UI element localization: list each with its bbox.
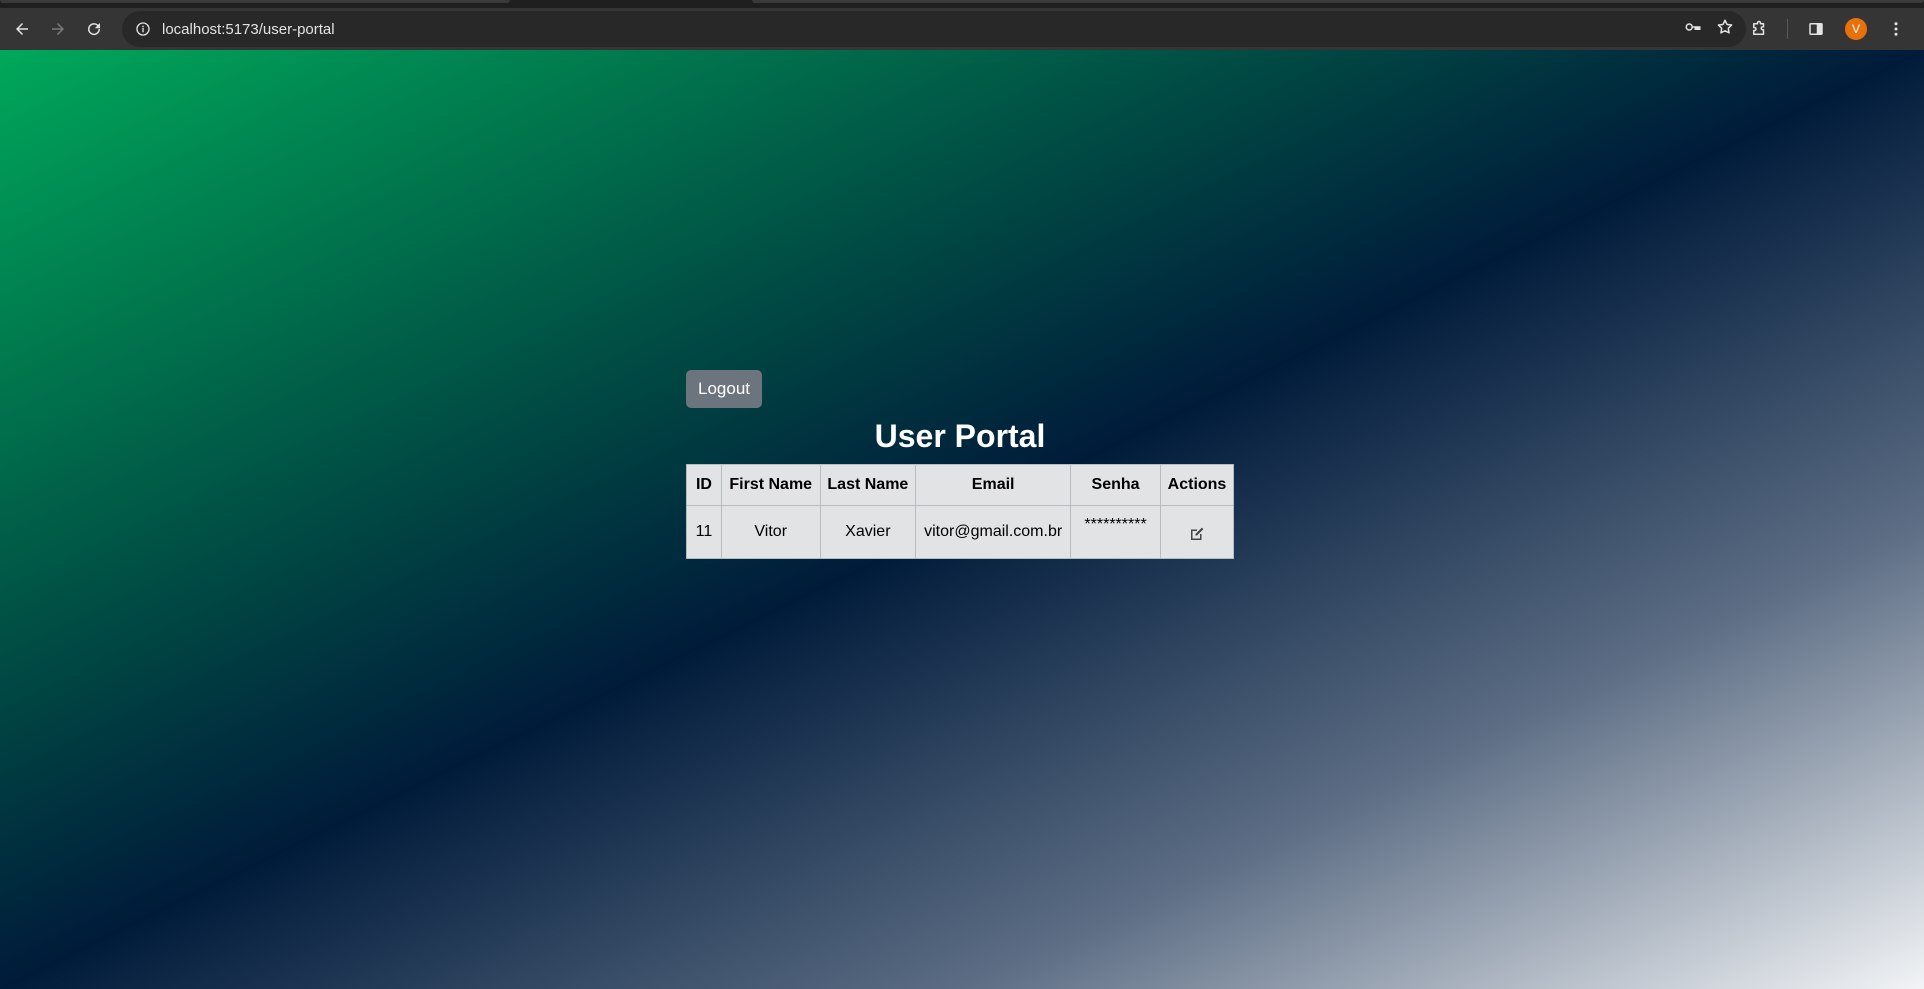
tab-strip <box>0 0 1924 8</box>
column-header-id: ID <box>686 464 722 506</box>
column-header-first-name: First Name <box>720 464 821 506</box>
cell-id: 11 <box>686 505 722 559</box>
avatar: V <box>1845 18 1867 40</box>
puzzle-icon <box>1753 20 1765 35</box>
table-header-row: ID First Name Last Name Email Senha Acti… <box>686 464 1235 506</box>
password-key-icon[interactable] <box>1684 18 1702 41</box>
toolbar-divider <box>1787 19 1788 39</box>
side-panel-button[interactable] <box>1798 11 1834 47</box>
back-button[interactable] <box>4 11 40 47</box>
users-table: ID First Name Last Name Email Senha Acti… <box>686 464 1235 559</box>
reload-button[interactable] <box>76 11 112 47</box>
site-info-icon[interactable] <box>128 14 158 44</box>
reload-icon <box>88 23 101 36</box>
more-vert-icon <box>1894 22 1898 36</box>
profile-button[interactable]: V <box>1838 11 1874 47</box>
cell-email: vitor@gmail.com.br <box>915 505 1072 559</box>
arrow-right-icon <box>52 23 64 35</box>
column-header-actions: Actions <box>1159 464 1235 506</box>
edit-icon[interactable] <box>1188 525 1206 543</box>
tab-strip-edge <box>752 0 1924 3</box>
logout-button[interactable]: Logout <box>686 370 762 408</box>
url-text[interactable]: localhost:5173/user-portal <box>162 21 335 38</box>
arrow-left-icon <box>16 23 28 35</box>
cell-senha: ********** <box>1070 505 1161 559</box>
cell-last-name: Xavier <box>819 505 917 559</box>
browser-toolbar: localhost:5173/user-portal V <box>0 8 1924 50</box>
column-header-last-name: Last Name <box>819 464 917 506</box>
column-header-email: Email <box>915 464 1072 506</box>
menu-button[interactable] <box>1878 11 1914 47</box>
address-bar[interactable]: localhost:5173/user-portal <box>122 11 1746 47</box>
side-panel-icon <box>1809 23 1823 35</box>
page-title: User Portal <box>874 418 1046 454</box>
table-row: 11 Vitor Xavier vitor@gmail.com.br *****… <box>686 505 1235 559</box>
column-header-senha: Senha <box>1070 464 1161 506</box>
bookmark-star-icon[interactable] <box>1716 18 1734 41</box>
cell-actions <box>1159 505 1235 559</box>
cell-first-name: Vitor <box>720 505 821 559</box>
forward-button[interactable] <box>40 11 76 47</box>
extensions-button[interactable] <box>1741 11 1777 47</box>
tab-strip-edge <box>0 0 510 3</box>
